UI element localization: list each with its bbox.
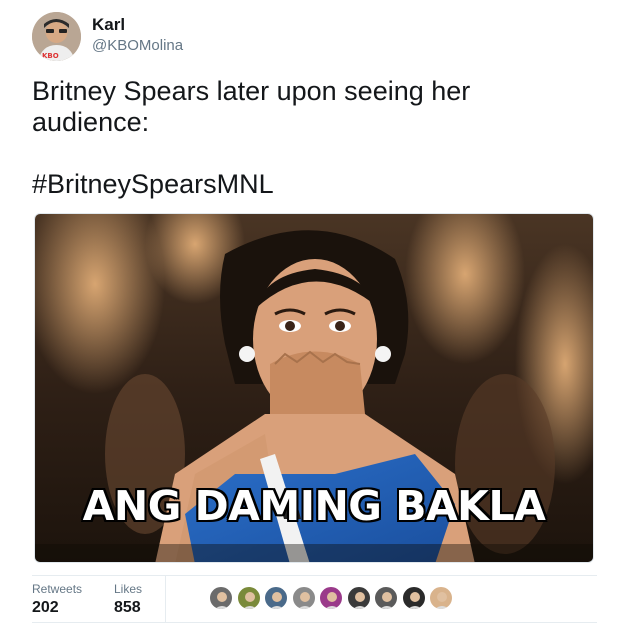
author-handle[interactable]: @KBOMolina: [92, 37, 183, 54]
tweet-card: KBO Karl @KBOMolina Britney Spears later…: [0, 0, 631, 623]
liker-avatar-icon[interactable]: [264, 586, 288, 610]
divider: [32, 575, 597, 576]
liker-avatar-icon[interactable]: [429, 586, 453, 610]
likes-label: Likes: [114, 582, 143, 596]
liker-avatar-icon[interactable]: [346, 586, 371, 610]
liker-avatar-icon[interactable]: [291, 586, 316, 610]
tweet-text-line: Britney Spears later upon seeing her: [32, 76, 471, 106]
retweets-stat[interactable]: Retweets 202: [32, 582, 82, 617]
likes-count: 858: [114, 599, 141, 616]
user-avatar-icon[interactable]: KBO: [32, 12, 81, 61]
meme-caption: ANG DAMING BAKLA: [82, 482, 546, 530]
liker-avatar-icon[interactable]: [209, 586, 233, 610]
liker-avatar-icon[interactable]: [319, 586, 343, 610]
hashtag-link[interactable]: #BritneySpearsMNL: [32, 169, 592, 200]
retweets-count: 202: [32, 599, 59, 616]
tweet-media-image[interactable]: ANG DAMING BAKLA: [34, 213, 594, 563]
liker-avatar-icon[interactable]: [401, 586, 426, 610]
liker-avatar-icon[interactable]: [374, 586, 398, 610]
likers-avatars: [209, 586, 469, 612]
likes-stat[interactable]: Likes 858: [114, 582, 142, 617]
stats-separator: [165, 575, 166, 622]
tweet-header: KBO Karl @KBOMolina: [32, 12, 432, 62]
svg-text:KBO: KBO: [42, 52, 59, 60]
tweet-text-line: audience:: [32, 107, 150, 137]
liker-avatar-icon[interactable]: [236, 586, 261, 610]
tweet-text: Britney Spears later upon seeing her aud…: [32, 76, 592, 200]
retweets-label: Retweets: [32, 582, 83, 596]
author-name[interactable]: Karl: [92, 15, 125, 35]
